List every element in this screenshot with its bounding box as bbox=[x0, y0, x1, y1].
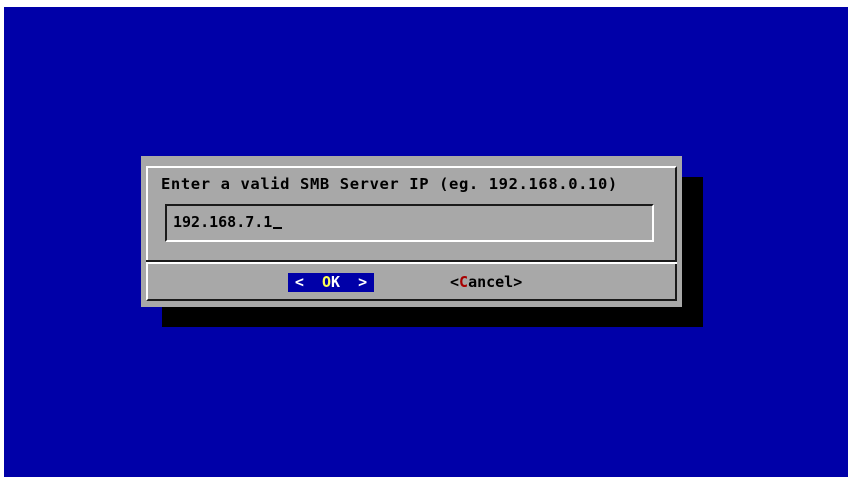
dialog-prompt: Enter a valid SMB Server IP (eg. 192.168… bbox=[161, 175, 618, 193]
ok-label-rest: K bbox=[331, 273, 341, 291]
ok-button[interactable]: < OK > bbox=[288, 273, 374, 292]
smb-ip-dialog: Enter a valid SMB Server IP (eg. 192.168… bbox=[141, 156, 682, 307]
cancel-button[interactable]: <Cancel> bbox=[450, 273, 522, 292]
smb-ip-value: 192.168.7.1 bbox=[173, 213, 273, 231]
ok-right-bracket: > bbox=[358, 273, 368, 291]
cancel-close-bracket: > bbox=[513, 273, 523, 291]
smb-ip-input-text[interactable]: 192.168.7.1 bbox=[173, 213, 283, 231]
cancel-open-bracket: < bbox=[450, 273, 460, 291]
smb-ip-input[interactable]: 192.168.7.1 bbox=[165, 204, 654, 242]
ok-hotkey: O bbox=[321, 273, 331, 291]
cancel-label-rest: ancel bbox=[468, 273, 514, 291]
cancel-hotkey: C bbox=[459, 273, 469, 291]
button-separator bbox=[146, 260, 677, 264]
text-cursor bbox=[273, 227, 283, 229]
ok-left-bracket: < bbox=[294, 273, 304, 291]
